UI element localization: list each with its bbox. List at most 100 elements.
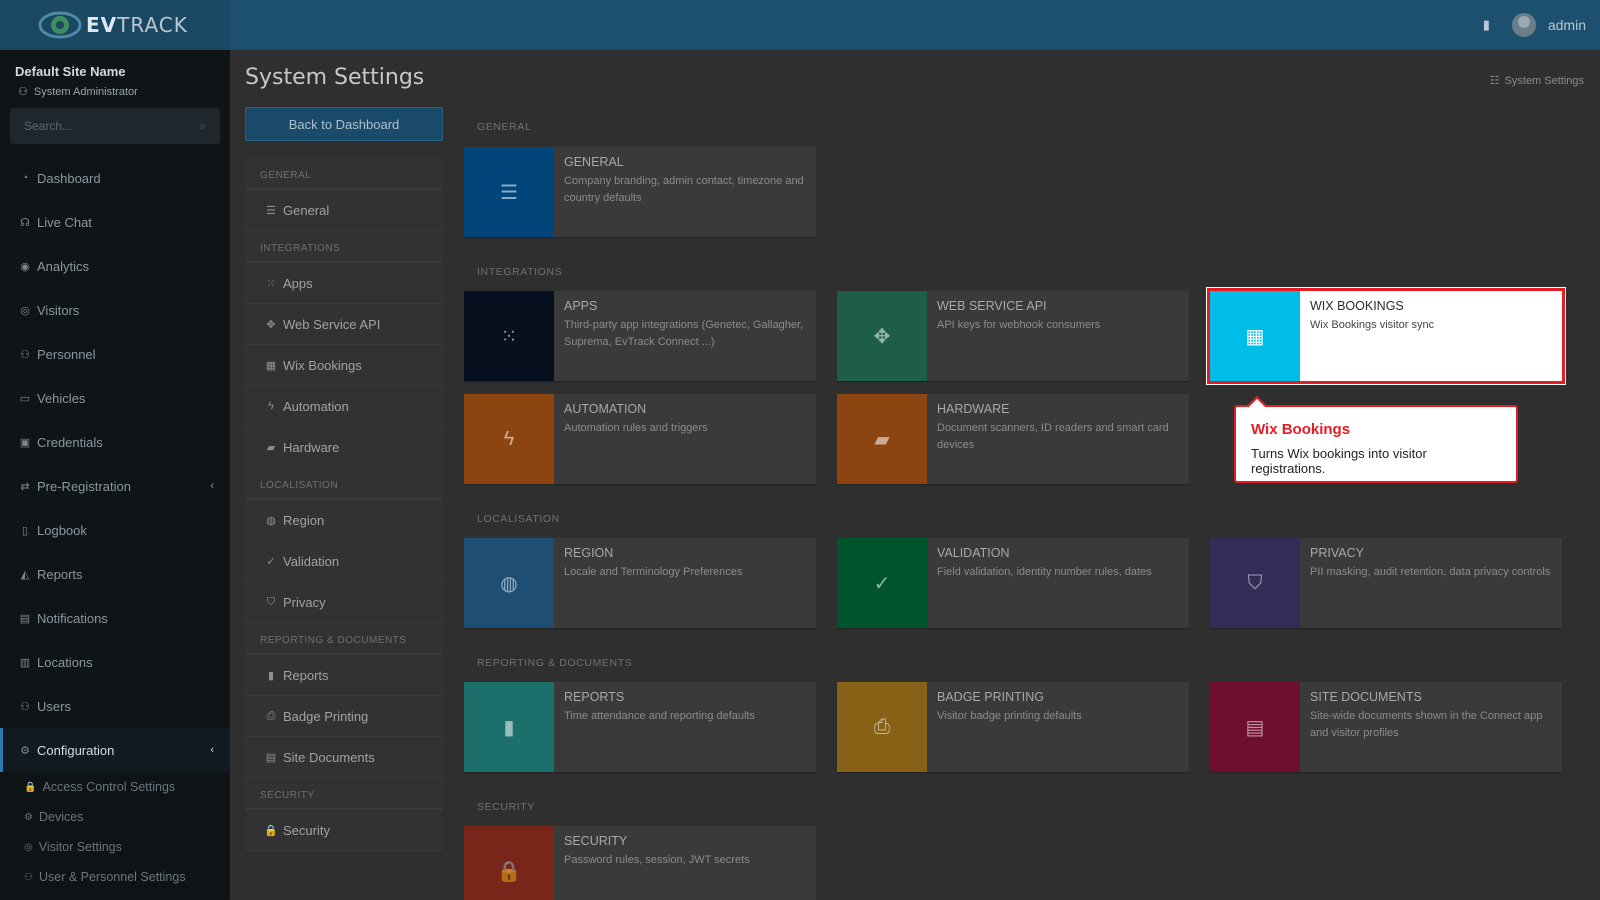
flag-icon[interactable]: ▮: [1483, 17, 1490, 33]
submenu-item-devices[interactable]: ⚙ Devices: [0, 802, 230, 832]
menu-item-reports[interactable]: ▮ Reports: [245, 655, 443, 696]
users-icon: ⚇: [24, 871, 33, 883]
logo[interactable]: EVTRACK: [0, 0, 230, 50]
menu-item-site-documents[interactable]: ▤ Site Documents: [245, 737, 443, 778]
settings-card-validation[interactable]: ✓ VALIDATION Field validation, identity nu…: [837, 538, 1189, 628]
section-localisation: LOCALISATION: [477, 513, 560, 525]
submenu-item-visitor-settings[interactable]: ◎ Visitor Settings: [0, 832, 230, 862]
settings-card-region[interactable]: ◍ REGION Locale and Terminology Preference…: [464, 538, 816, 628]
top-bar: EVTRACK ▮ admin: [0, 0, 1600, 50]
card-tile: ✓: [837, 538, 927, 628]
card-description: Company branding, admin contact, timezon…: [564, 175, 804, 204]
sidebar-item-label: Live Chat: [37, 214, 92, 230]
search-input[interactable]: Search... ⌕: [10, 108, 220, 144]
users-icon: ⚇: [20, 348, 30, 361]
menu-item-automation[interactable]: ϟ Automation: [245, 386, 443, 427]
settings-card-web-service-api[interactable]: ✥ WEB SERVICE API API keys for webhook con…: [837, 291, 1189, 381]
settings-card-wix-bookings[interactable]: ▦ WIX BOOKINGS Wix Bookings visitor sync: [1207, 288, 1565, 384]
menu-group-localisation: LOCALISATION: [245, 468, 443, 500]
settings-card-site-documents[interactable]: ▤ SITE DOCUMENTS Site-wide documents shown…: [1210, 682, 1562, 772]
menu-item-security[interactable]: 🔒 Security: [245, 810, 443, 851]
card-description: Document scanners, ID readers and smart …: [937, 422, 1169, 451]
bolt-icon: ϟ: [268, 400, 274, 412]
wix-bookings-tooltip: Wix Bookings Turns Wix bookings into vis…: [1234, 405, 1518, 483]
sidebar-item-dashboard[interactable]: ◔ Dashboard: [0, 156, 230, 200]
settings-card-privacy[interactable]: ⛉ PRIVACY PII masking, audit retention, da…: [1210, 538, 1562, 628]
menu-item-label: Web Service API: [283, 316, 381, 332]
menu-item-validation[interactable]: ✓ Validation: [245, 541, 443, 582]
menu-item-label: Apps: [283, 275, 313, 291]
menu-item-wix-bookings[interactable]: ▦ Wix Bookings: [245, 345, 443, 386]
settings-card-hardware[interactable]: ▰ HARDWARE Document scanners, ID readers a…: [837, 394, 1189, 484]
map-icon: ▥: [19, 656, 31, 669]
settings-card-reports[interactable]: ▮ REPORTS Time attendance and reporting de…: [464, 682, 816, 772]
logo-icon: [38, 9, 82, 41]
menu-item-region[interactable]: ◍ Region: [245, 500, 443, 541]
chevron-left-icon: ‹: [210, 744, 214, 756]
arrows-icon: ⇄: [20, 480, 30, 493]
sidebar-item-users[interactable]: ⚇ Users: [0, 684, 230, 728]
card-title: GENERAL: [564, 155, 624, 169]
menu-item-label: Badge Printing: [283, 708, 369, 724]
menu-group-integrations: INTEGRATIONS: [245, 231, 443, 263]
car-icon: ▭: [19, 392, 31, 405]
lock-icon: 🔒: [24, 781, 37, 793]
chevron-left-icon: ‹: [210, 480, 214, 492]
sidebar-item-configuration[interactable]: ⚙ Configuration ‹: [0, 728, 230, 772]
list-icon: ☰: [266, 204, 276, 217]
section-reporting: REPORTING & DOCUMENTS: [477, 657, 633, 669]
sidebar-item-personnel[interactable]: ⚇ Personnel: [0, 332, 230, 376]
user-menu[interactable]: admin: [1511, 13, 1586, 37]
sidebar-item-logbook[interactable]: ▯ Logbook: [0, 508, 230, 552]
sidebar-item-pre-registration[interactable]: ⇄ Pre-Registration ‹: [0, 464, 230, 508]
card-tile: ◍: [464, 538, 554, 628]
menu-item-label: Wix Bookings: [283, 357, 362, 373]
menu-item-privacy[interactable]: ⛉ Privacy: [245, 582, 443, 623]
user-role: ⚇ System Administrator: [18, 85, 138, 99]
submenu-item-user-and-personnel-settings[interactable]: ⚇ User & Personnel Settings: [0, 862, 230, 892]
sidebar-item-credentials[interactable]: ▣ Credentials: [0, 420, 230, 464]
hardware-icon: ▰: [874, 428, 890, 451]
card-tile: ⛉: [1210, 538, 1300, 628]
privacy-icon: ⛉: [1247, 571, 1263, 594]
settings-card-apps[interactable]: ⁙ APPS Third-party app integrations (Genet…: [464, 291, 816, 381]
menu-item-apps[interactable]: ⁙ Apps: [245, 263, 443, 304]
sidebar-item-live-chat[interactable]: ☊ Live Chat: [0, 200, 230, 244]
card-title: APPS: [564, 299, 598, 313]
card-tile: ▤: [1210, 682, 1300, 772]
card-description: Site-wide documents shown in the Connect…: [1310, 710, 1543, 739]
settings-card-badge-printing[interactable]: ⎙ BADGE PRINTING Visitor badge printing de…: [837, 682, 1189, 772]
sidebar-item-visitors[interactable]: ◎ Visitors: [0, 288, 230, 332]
sidebar: Default Site Name ⚇ System Administrator…: [0, 50, 230, 900]
sliders-icon: ☷: [1489, 75, 1500, 87]
user-icon: ⚇: [18, 86, 28, 98]
settings-card-security[interactable]: 🔒 SECURITY Password rules, session, JWT se…: [464, 826, 816, 900]
target-icon: ◉: [20, 260, 30, 273]
menu-item-label: Security: [283, 822, 330, 838]
sidebar-item-vehicles[interactable]: ▭ Vehicles: [0, 376, 230, 420]
settings-card-general[interactable]: ☰ GENERAL Company branding, admin contact,…: [464, 147, 816, 237]
document-icon: ▤: [265, 751, 277, 764]
sidebar-item-analytics[interactable]: ◉ Analytics: [0, 244, 230, 288]
validation-icon: ✓: [873, 572, 891, 595]
sidebar-item-notifications[interactable]: ▤ Notifications: [0, 596, 230, 640]
sidebar-item-label: Analytics: [37, 258, 90, 274]
back-to-dashboard-button[interactable]: Back to Dashboard: [245, 107, 443, 141]
submenu-item-label: Access Control Settings: [42, 780, 176, 794]
search-icon[interactable]: ⌕: [199, 119, 206, 134]
user-group-icon: ⚇: [20, 700, 30, 713]
menu-item-hardware[interactable]: ▰ Hardware: [245, 427, 443, 468]
settings-card-automation[interactable]: ϟ AUTOMATION Automation rules and triggers: [464, 394, 816, 484]
menu-item-label: Region: [283, 512, 325, 528]
gear-icon: ⚙: [24, 811, 33, 823]
menu-item-badge-printing[interactable]: ⎙ Badge Printing: [245, 696, 443, 737]
submenu-item-access-control-settings[interactable]: 🔒 Access Control Settings: [0, 772, 230, 802]
card-tile: ⎙: [837, 682, 927, 772]
automation-icon: ϟ: [503, 427, 515, 450]
sidebar-item-locations[interactable]: ▥ Locations: [0, 640, 230, 684]
printer-icon: ⎙: [266, 709, 276, 722]
eye-icon: ◎: [24, 841, 33, 853]
menu-item-web-service-api[interactable]: ✥ Web Service API: [245, 304, 443, 345]
menu-item-general[interactable]: ☰ General: [245, 190, 443, 231]
sidebar-item-reports[interactable]: ◭ Reports: [0, 552, 230, 596]
